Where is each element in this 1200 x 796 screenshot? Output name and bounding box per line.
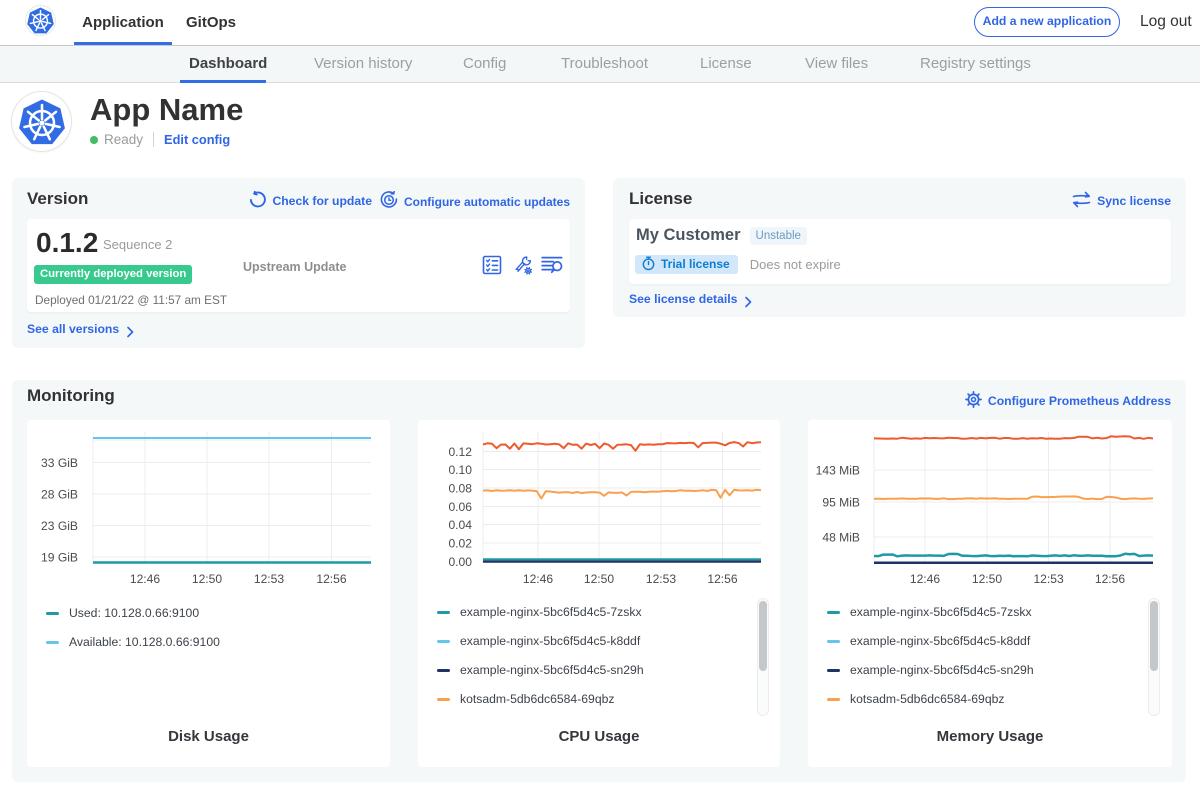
svg-text:12:46: 12:46 <box>523 572 554 586</box>
svg-text:0.04: 0.04 <box>448 518 472 532</box>
svg-text:19 GiB: 19 GiB <box>41 551 78 565</box>
svg-text:12:53: 12:53 <box>646 572 677 586</box>
svg-text:12:50: 12:50 <box>972 572 1003 586</box>
svg-text:48 MiB: 48 MiB <box>822 531 860 545</box>
svg-text:12:53: 12:53 <box>254 572 285 586</box>
svg-text:12:50: 12:50 <box>584 572 615 586</box>
svg-text:12:46: 12:46 <box>910 572 941 586</box>
svg-text:12:56: 12:56 <box>707 572 738 586</box>
svg-text:28 GiB: 28 GiB <box>41 488 78 502</box>
svg-text:0.00: 0.00 <box>448 555 472 569</box>
svg-text:0.12: 0.12 <box>448 445 472 459</box>
svg-text:0.10: 0.10 <box>448 463 472 477</box>
svg-text:0.08: 0.08 <box>448 482 472 496</box>
svg-text:33 GiB: 33 GiB <box>41 456 78 470</box>
svg-text:95 MiB: 95 MiB <box>822 496 860 510</box>
svg-text:12:56: 12:56 <box>316 572 347 586</box>
svg-text:12:53: 12:53 <box>1033 572 1064 586</box>
svg-text:0.06: 0.06 <box>448 500 472 514</box>
svg-text:12:56: 12:56 <box>1095 572 1126 586</box>
svg-text:12:46: 12:46 <box>130 572 161 586</box>
svg-text:0.02: 0.02 <box>448 537 472 551</box>
svg-text:23 GiB: 23 GiB <box>41 519 78 533</box>
svg-text:12:50: 12:50 <box>192 572 223 586</box>
svg-text:143 MiB: 143 MiB <box>816 464 860 478</box>
